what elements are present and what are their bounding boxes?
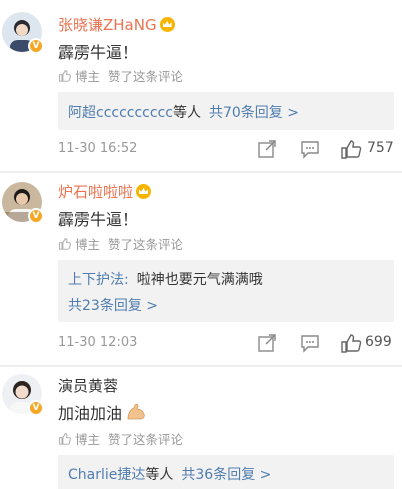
- comment-item: V 炉石啦啦啦 霹雳牛逼！ 博主 赞了这条评论 上下护法: 啦神也要元气满满哦 共…: [0, 172, 402, 367]
- like-count: 757: [367, 140, 394, 156]
- author-liked-line: 博主 赞了这条评论: [58, 66, 183, 85]
- comment-footer: 11-30 16:52 757: [0, 128, 402, 172]
- comment-icon[interactable]: [299, 138, 321, 160]
- author-label: 博主: [75, 69, 101, 84]
- comment-text: 霹雳牛逼！: [58, 210, 139, 229]
- crown-icon: [159, 17, 175, 32]
- author-label: 博主: [75, 237, 101, 252]
- reply-preview[interactable]: 上下护法: 啦神也要元气满满哦: [68, 269, 263, 289]
- author-liked-line: 博主 赞了这条评论: [58, 234, 183, 253]
- reply-users-suffix: 等人: [172, 105, 201, 121]
- author-label: 博主: [75, 432, 101, 447]
- commenter-name[interactable]: 演员黄蓉: [58, 375, 118, 396]
- share-icon[interactable]: [256, 332, 278, 354]
- thumbs-up-icon: [59, 238, 71, 250]
- reply-count-link[interactable]: 共23条回复 >: [68, 295, 158, 315]
- liked-text: 赞了这条评论: [108, 432, 184, 447]
- verified-badge-icon: V: [28, 208, 44, 224]
- reply-users[interactable]: Charlie捷达: [68, 467, 145, 483]
- crown-icon: [136, 184, 152, 199]
- comment-icon[interactable]: [299, 332, 321, 354]
- verified-badge-icon: V: [28, 400, 44, 416]
- reply-count-link[interactable]: 共70条回复 >: [209, 105, 299, 121]
- reply-text: 啦神也要元气满满哦: [136, 272, 263, 288]
- commenter-name[interactable]: 炉石啦啦啦: [58, 181, 152, 202]
- reply-summary[interactable]: 阿超cccccccccc等人 共70条回复 >: [68, 102, 299, 122]
- comment-footer: 11-30 12:03 699: [0, 322, 402, 366]
- reply-summary-box[interactable]: 阿超cccccccccc等人 共70条回复 >: [58, 92, 394, 130]
- comment-time: 11-30 12:03: [58, 335, 138, 350]
- author-liked-line: 博主 赞了这条评论: [58, 429, 183, 448]
- reply-user[interactable]: 上下护法:: [68, 272, 129, 288]
- thumbs-up-icon[interactable]: [340, 138, 362, 160]
- liked-text: 赞了这条评论: [108, 69, 184, 84]
- comment-item: V 演员黄蓉 加油加油 博主 赞了这条评论 Charlie捷达等人 共36条回复 …: [0, 366, 402, 489]
- reply-users[interactable]: 阿超cccccccccc: [68, 105, 173, 121]
- comment-text-content: 加油加油: [58, 404, 123, 423]
- verified-badge-icon: V: [28, 38, 44, 54]
- like-count: 699: [365, 334, 392, 350]
- comment-item: V 张晓谦ZHaNG 霹雳牛逼！ 博主 赞了这条评论 阿超cccccccccc等…: [0, 0, 402, 173]
- thumbs-up-icon[interactable]: [340, 332, 362, 354]
- thumbs-up-icon: [59, 433, 71, 445]
- liked-text: 赞了这条评论: [108, 237, 184, 252]
- reply-summary-box[interactable]: Charlie捷达等人 共36条回复 >: [58, 455, 394, 489]
- reply-preview-box[interactable]: 上下护法: 啦神也要元气满满哦 共23条回复 >: [58, 260, 394, 322]
- reply-summary[interactable]: Charlie捷达等人 共36条回复 >: [68, 464, 271, 484]
- commenter-name-text[interactable]: 张晓谦ZHaNG: [58, 14, 157, 35]
- commenter-name-text[interactable]: 炉石啦啦啦: [58, 181, 133, 202]
- thumbs-up-icon: [59, 70, 71, 82]
- comment-text: 霹雳牛逼！: [58, 43, 139, 62]
- comment-text: 加油加油: [58, 400, 146, 424]
- share-icon[interactable]: [256, 138, 278, 160]
- reply-users-suffix: 等人: [145, 467, 174, 483]
- commenter-name[interactable]: 张晓谦ZHaNG: [58, 14, 175, 35]
- reply-count-link[interactable]: 共36条回复 >: [181, 467, 271, 483]
- commenter-name-text[interactable]: 演员黄蓉: [58, 375, 118, 396]
- flexed-biceps-icon: [127, 403, 145, 420]
- comment-time: 11-30 16:52: [58, 141, 138, 156]
